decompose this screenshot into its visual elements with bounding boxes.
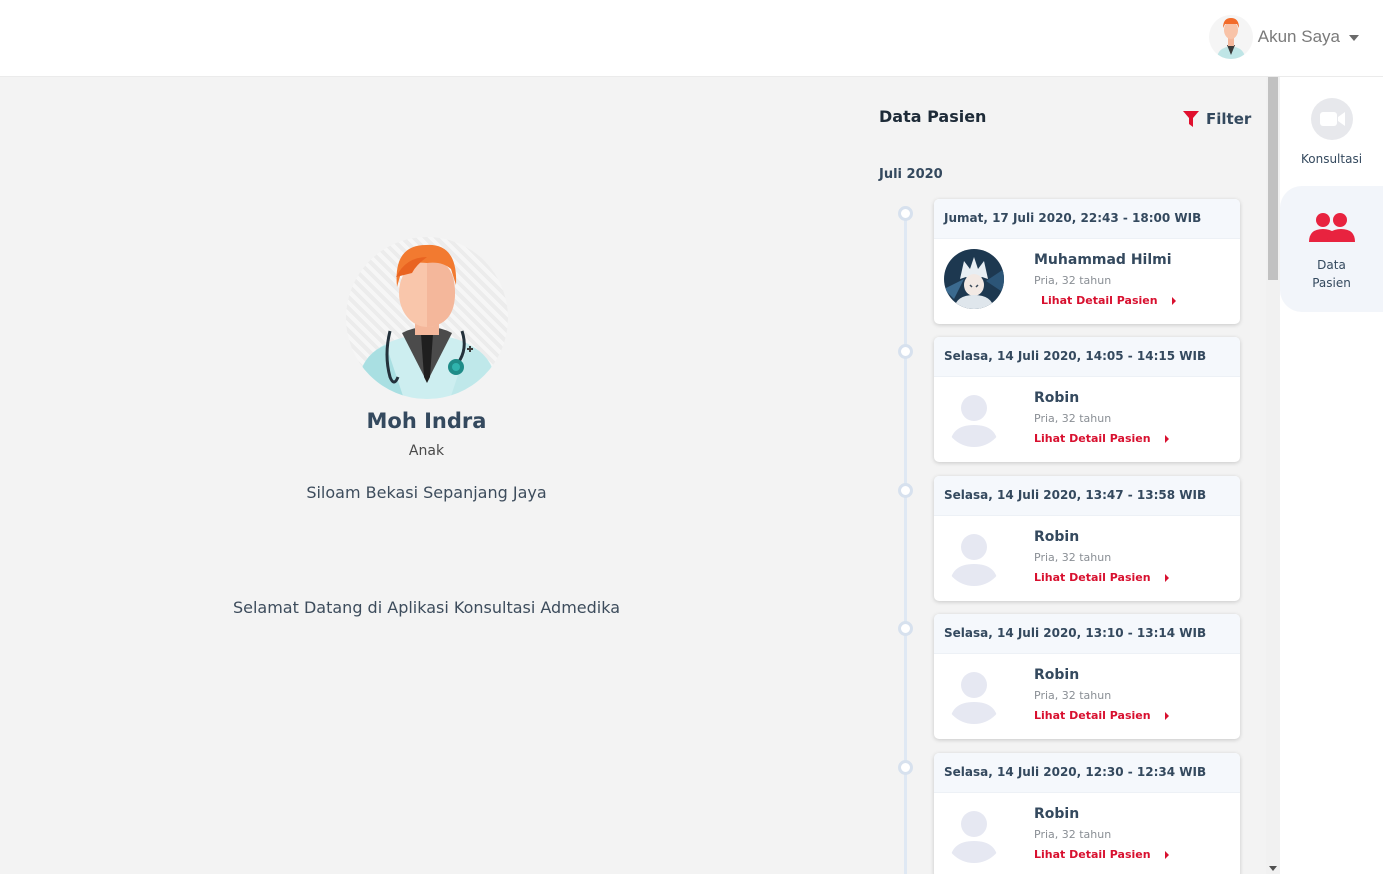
link-label: Lihat Detail Pasien bbox=[1034, 571, 1151, 584]
patient-name: Muhammad Hilmi bbox=[1034, 252, 1172, 268]
user-placeholder-icon bbox=[944, 526, 1004, 586]
doctor-specialty: Anak bbox=[408, 443, 445, 459]
panel-title: Data Pasien bbox=[879, 107, 987, 126]
doctor-name: Moh Indra bbox=[366, 409, 487, 433]
patient-name: Robin bbox=[1034, 806, 1080, 822]
timeline-dot bbox=[898, 206, 913, 221]
patient-info: Pria, 32 tahun bbox=[1034, 689, 1112, 702]
caret-right-icon bbox=[1164, 573, 1169, 582]
patient-photo bbox=[944, 249, 1004, 309]
patient-card: Selasa, 14 Juli 2020, 13:47 - 13:58 WIB … bbox=[934, 476, 1240, 601]
timeline-dot bbox=[898, 760, 913, 775]
patient-card: Selasa, 14 Juli 2020, 14:05 - 14:15 WIB … bbox=[934, 337, 1240, 462]
link-label: Lihat Detail Pasien bbox=[1034, 848, 1151, 861]
patient-card: Selasa, 14 Juli 2020, 12:30 - 12:34 WIB … bbox=[934, 753, 1240, 874]
consult-datetime: Selasa, 14 Juli 2020, 14:05 - 14:15 WIB bbox=[934, 337, 1240, 377]
view-patient-detail-link[interactable]: Lihat Detail Pasien bbox=[1034, 709, 1169, 722]
caret-right-icon bbox=[1164, 850, 1169, 859]
chevron-down-icon bbox=[1349, 35, 1359, 41]
sidebar-item-konsultasi[interactable]: Konsultasi bbox=[1280, 95, 1383, 187]
month-heading: Juli 2020 bbox=[879, 167, 943, 182]
caret-right-icon bbox=[1171, 296, 1176, 305]
timeline-dot bbox=[898, 483, 913, 498]
welcome-message: Selamat Datang di Aplikasi Konsultasi Ad… bbox=[232, 598, 621, 617]
consult-datetime: Selasa, 14 Juli 2020, 13:47 - 13:58 WIB bbox=[934, 476, 1240, 516]
video-camera-icon bbox=[1310, 98, 1353, 140]
timeline-dot bbox=[898, 621, 913, 636]
doctor-avatar bbox=[346, 237, 508, 399]
patient-data-panel: Data Pasien Filter Juli 2020 Jumat, 17 J… bbox=[853, 77, 1266, 874]
account-menu[interactable]: Akun Saya bbox=[1208, 15, 1359, 59]
scroll-down-arrow-icon[interactable] bbox=[1269, 866, 1277, 871]
right-sidebar: Konsultasi Data Pasien bbox=[1280, 77, 1383, 874]
top-bar: Akun Saya bbox=[0, 0, 1383, 77]
patient-name: Robin bbox=[1034, 529, 1080, 545]
patient-name: Robin bbox=[1034, 667, 1080, 683]
main-content: Moh Indra Anak Siloam Bekasi Sepanjang J… bbox=[0, 77, 853, 874]
users-icon bbox=[1308, 213, 1355, 242]
sidebar-item-data-pasien[interactable]: Data Pasien bbox=[1280, 186, 1383, 312]
consult-datetime: Selasa, 14 Juli 2020, 13:10 - 13:14 WIB bbox=[934, 614, 1240, 654]
user-placeholder-icon bbox=[944, 803, 1004, 863]
timeline-dot bbox=[898, 344, 913, 359]
view-patient-detail-link[interactable]: Lihat Detail Pasien bbox=[1034, 432, 1169, 445]
user-placeholder-icon bbox=[944, 387, 1004, 447]
patient-info: Pria, 32 tahun bbox=[1034, 828, 1112, 841]
patient-name: Robin bbox=[1034, 390, 1080, 406]
doctor-hospital: Siloam Bekasi Sepanjang Jaya bbox=[306, 483, 547, 502]
scrollbar-thumb[interactable] bbox=[1268, 77, 1278, 280]
user-placeholder-icon bbox=[944, 664, 1004, 724]
panel-scrollbar[interactable] bbox=[1266, 77, 1280, 874]
view-patient-detail-link[interactable]: Lihat Detail Pasien bbox=[1034, 571, 1169, 584]
filter-label: Filter bbox=[1206, 110, 1252, 128]
view-patient-detail-link[interactable]: Lihat Detail Pasien bbox=[1041, 294, 1176, 307]
patient-info: Pria, 32 tahun bbox=[1034, 412, 1112, 425]
patient-card: Jumat, 17 Juli 2020, 22:43 - 18:00 WIB M… bbox=[934, 199, 1240, 324]
account-label: Akun Saya bbox=[1257, 27, 1340, 46]
patient-info: Pria, 32 tahun bbox=[1034, 274, 1112, 287]
sidebar-item-label: Data Pasien bbox=[1312, 258, 1351, 290]
link-label: Lihat Detail Pasien bbox=[1034, 432, 1151, 445]
consult-datetime: Selasa, 14 Juli 2020, 12:30 - 12:34 WIB bbox=[934, 753, 1240, 793]
sidebar-item-label: Konsultasi bbox=[1300, 152, 1363, 166]
link-label: Lihat Detail Pasien bbox=[1034, 709, 1151, 722]
filter-button[interactable]: Filter bbox=[1183, 110, 1251, 128]
view-patient-detail-link[interactable]: Lihat Detail Pasien bbox=[1034, 848, 1169, 861]
account-avatar bbox=[1208, 15, 1253, 59]
funnel-icon bbox=[1183, 110, 1199, 127]
patient-info: Pria, 32 tahun bbox=[1034, 551, 1112, 564]
caret-right-icon bbox=[1164, 711, 1169, 720]
consult-datetime: Jumat, 17 Juli 2020, 22:43 - 18:00 WIB bbox=[934, 199, 1240, 239]
link-label: Lihat Detail Pasien bbox=[1041, 294, 1158, 307]
patient-card: Selasa, 14 Juli 2020, 13:10 - 13:14 WIB … bbox=[934, 614, 1240, 739]
caret-right-icon bbox=[1164, 434, 1169, 443]
